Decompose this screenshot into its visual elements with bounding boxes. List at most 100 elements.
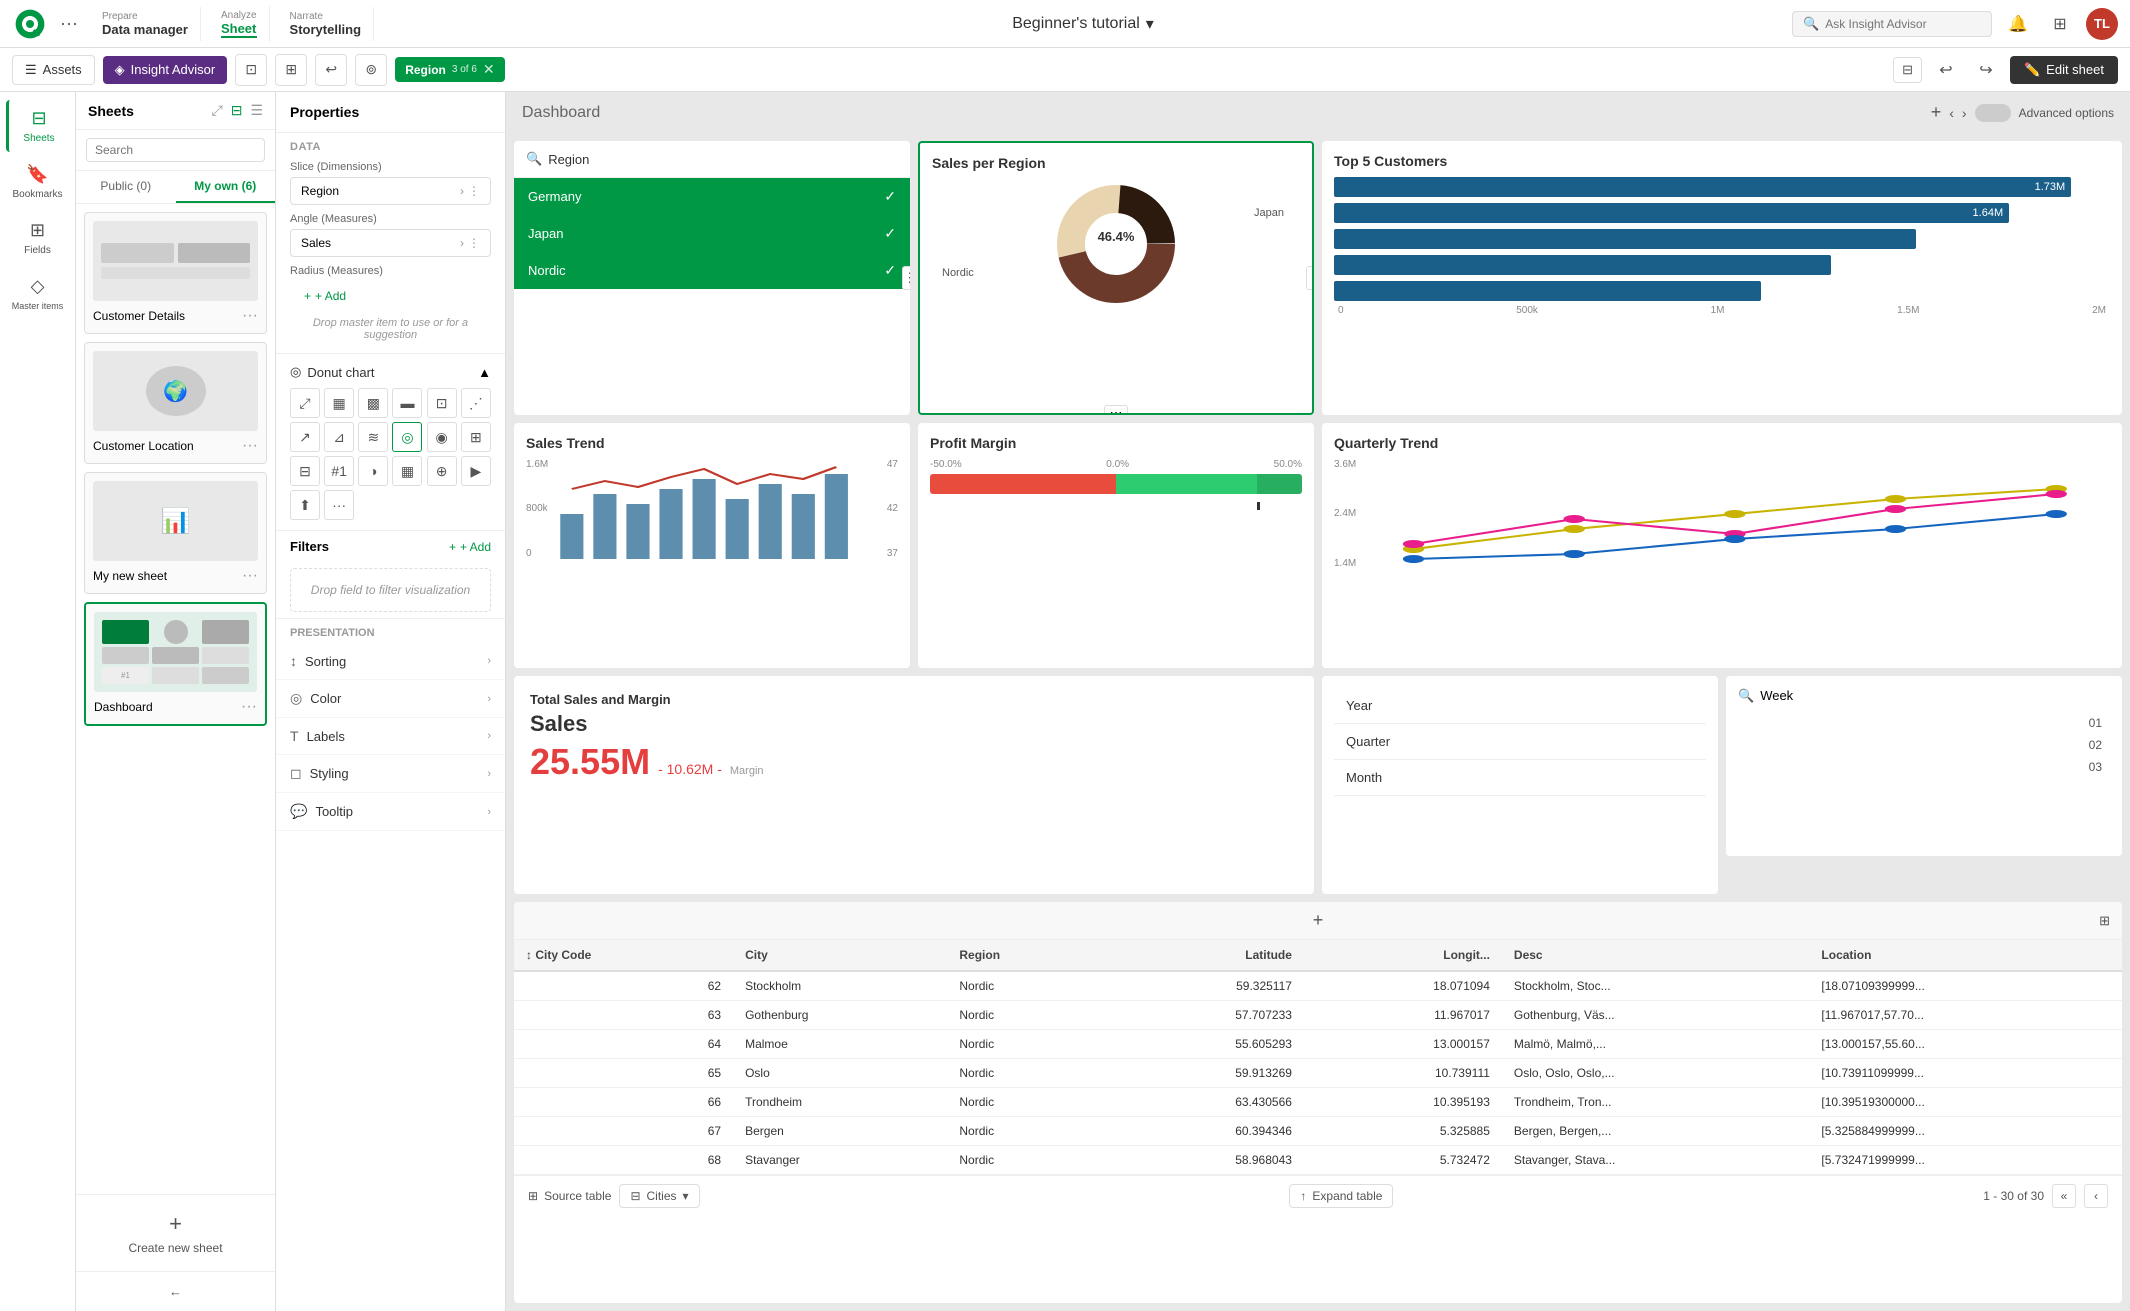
add-widget-btn[interactable]: + [1931, 102, 1942, 123]
assets-btn[interactable]: ☰ Assets [12, 55, 95, 85]
sidebar-item-bookmarks[interactable]: 🔖 Bookmarks [6, 156, 70, 208]
pres-labels[interactable]: T Labels › [276, 718, 505, 755]
nav-prepare[interactable]: Prepare Data manager [90, 7, 201, 41]
pres-color[interactable]: ◎ Color › [276, 680, 505, 718]
viz-icon-lasso[interactable]: ⤢ [290, 388, 320, 418]
forward-icon[interactable]: ⊚ [355, 54, 387, 86]
resize-handle-donut-h[interactable]: ⋯ [1104, 405, 1128, 415]
table-row[interactable]: 66TrondheimNordic63.43056610.395193Trond… [514, 1088, 2122, 1117]
viz-icon-combo[interactable]: ≋ [358, 422, 388, 452]
angle-field[interactable]: Sales › ⋮ [290, 229, 491, 257]
resize-handle-region[interactable]: ⋮ [902, 266, 910, 290]
viz-icon-table[interactable]: ⊞ [461, 422, 491, 452]
expand-sheets-icon[interactable]: ⤢ [212, 102, 223, 119]
week-item-03[interactable]: 03 [1738, 756, 2110, 778]
viz-icon-map[interactable]: ⊕ [427, 456, 457, 486]
redo-icon[interactable]: ↪ [1970, 54, 2002, 86]
table-row[interactable]: 65OsloNordic59.91326910.739111Oslo, Oslo… [514, 1059, 2122, 1088]
grid-view-sheets-icon[interactable]: ⊟ [231, 102, 243, 119]
table-add-btn[interactable]: + [1313, 910, 1324, 931]
viz-icon-pie[interactable]: ◉ [427, 422, 457, 452]
angle-options-icon[interactable]: ⋮ [468, 236, 480, 250]
quarter-filter[interactable]: Quarter [1334, 724, 1706, 760]
search-input[interactable] [1825, 17, 1965, 31]
notification-icon[interactable]: 🔔 [2002, 8, 2034, 40]
slice-options-icon[interactable]: ⋮ [468, 184, 480, 198]
view-grid-btn[interactable]: ⊟ [1893, 57, 1922, 83]
viz-icon-line1[interactable]: ⋰ [461, 388, 491, 418]
menu-dots[interactable]: ··· [56, 9, 82, 38]
list-view-sheets-icon[interactable]: ☰ [250, 102, 263, 119]
viz-icon-bar[interactable]: ▦ [324, 388, 354, 418]
sheets-search-input[interactable] [86, 138, 265, 162]
table-row[interactable]: 63GothenburgNordic57.70723311.967017Goth… [514, 1001, 2122, 1030]
fit-icon[interactable]: ⊞ [275, 54, 307, 86]
pres-sorting[interactable]: ↕ Sorting › [276, 643, 505, 680]
table-row[interactable]: 64MalmoeNordic55.60529313.000157Malmö, M… [514, 1030, 2122, 1059]
viz-icon-more[interactable]: ··· [324, 490, 354, 520]
sheet-card-my-new-sheet[interactable]: 📊 My new sheet ··· [84, 472, 267, 594]
collapse-sidebar-btn[interactable]: ← [76, 1271, 275, 1311]
pres-styling[interactable]: ◻ Styling › [276, 755, 505, 793]
resize-handle-donut[interactable]: ⋮ [1306, 266, 1314, 290]
region-badge[interactable]: Region 3 of 6 ✕ [395, 57, 504, 82]
insight-search-bar[interactable]: 🔍 [1792, 11, 1992, 37]
year-filter[interactable]: Year [1334, 688, 1706, 724]
viz-icon-area[interactable]: ⊿ [324, 422, 354, 452]
app-title[interactable]: Beginner's tutorial ▾ [1012, 14, 1154, 34]
viz-icon-line2[interactable]: ↗ [290, 422, 320, 452]
viz-icon-pivot[interactable]: ⊟ [290, 456, 320, 486]
sheet-dots-customer-details[interactable]: ··· [242, 307, 258, 325]
viz-icon-bullet[interactable]: ▶ [461, 456, 491, 486]
viz-icon-hbar[interactable]: ▬ [392, 388, 422, 418]
region-item-nordic[interactable]: Nordic ✓ [514, 252, 910, 289]
edit-sheet-btn[interactable]: ✏️ Edit sheet [2010, 56, 2118, 84]
sheet-card-dashboard[interactable]: #1 Dashboard ··· [84, 602, 267, 726]
tab-public[interactable]: Public (0) [76, 171, 176, 203]
cities-dropdown[interactable]: ⊟ Cities ▾ [619, 1184, 699, 1208]
back-icon[interactable]: ↩ [315, 54, 347, 86]
prev-icon[interactable]: ‹ [1949, 105, 1954, 121]
table-row[interactable]: 67BergenNordic60.3943465.325885Bergen, B… [514, 1117, 2122, 1146]
viz-icon-waterfall[interactable]: ⬆ [290, 490, 320, 520]
sidebar-item-sheets[interactable]: ⊟ Sheets [6, 100, 70, 152]
month-filter[interactable]: Month [1334, 760, 1706, 796]
create-new-sheet-btn[interactable]: + Create new sheet [76, 1194, 275, 1271]
sidebar-item-fields[interactable]: ⊞ Fields [6, 212, 70, 264]
sheet-dots-dashboard[interactable]: ··· [241, 698, 257, 716]
advanced-options-toggle[interactable] [1975, 104, 2011, 122]
add-radius-btn[interactable]: + + Add [290, 281, 491, 311]
table-row[interactable]: 68StavangerNordic58.9680435.732472Stavan… [514, 1146, 2122, 1175]
next-icon[interactable]: › [1962, 105, 1967, 121]
viz-icon-donut[interactable]: ◎ [392, 422, 422, 452]
slice-field[interactable]: Region › ⋮ [290, 177, 491, 205]
first-page-btn[interactable]: « [2052, 1184, 2076, 1208]
expand-table-btn[interactable]: ↑ Expand table [1289, 1184, 1393, 1208]
sidebar-item-master-items[interactable]: ◇ Master items [6, 268, 70, 319]
nav-narrate[interactable]: Narrate Storytelling [278, 7, 375, 41]
sheet-dots-customer-location[interactable]: ··· [242, 437, 258, 455]
avatar[interactable]: TL [2086, 8, 2118, 40]
sheet-card-customer-location[interactable]: 🌍 Customer Location ··· [84, 342, 267, 464]
viz-collapse-icon[interactable]: ▲ [478, 365, 491, 380]
pres-tooltip[interactable]: 💬 Tooltip › [276, 793, 505, 831]
viz-icon-gauge[interactable]: ◑ [358, 456, 388, 486]
region-item-germany[interactable]: Germany ✓ [514, 178, 910, 215]
grid-icon[interactable]: ⊞ [2044, 8, 2076, 40]
table-grid-icon[interactable]: ⊞ [2099, 913, 2110, 929]
viz-icon-treemap[interactable]: ▦ [392, 456, 422, 486]
viz-icon-kpi[interactable]: #1 [324, 456, 354, 486]
week-item-02[interactable]: 02 [1738, 734, 2110, 756]
viz-icon-stacked[interactable]: ▩ [358, 388, 388, 418]
sheet-card-customer-details[interactable]: Customer Details ··· [84, 212, 267, 334]
snap-icon[interactable]: ⊡ [235, 54, 267, 86]
insight-advisor-btn[interactable]: ◈ Insight Advisor [103, 56, 228, 84]
region-item-japan[interactable]: Japan ✓ [514, 215, 910, 252]
nav-analyze[interactable]: Analyze Sheet [209, 6, 270, 42]
week-item-01[interactable]: 01 [1738, 712, 2110, 734]
sheet-dots-my-new-sheet[interactable]: ··· [242, 567, 258, 585]
prev-page-btn[interactable]: ‹ [2084, 1184, 2108, 1208]
tab-myown[interactable]: My own (6) [176, 171, 276, 203]
region-badge-close[interactable]: ✕ [483, 61, 495, 78]
table-row[interactable]: 62StockholmNordic59.32511718.071094Stock… [514, 971, 2122, 1001]
